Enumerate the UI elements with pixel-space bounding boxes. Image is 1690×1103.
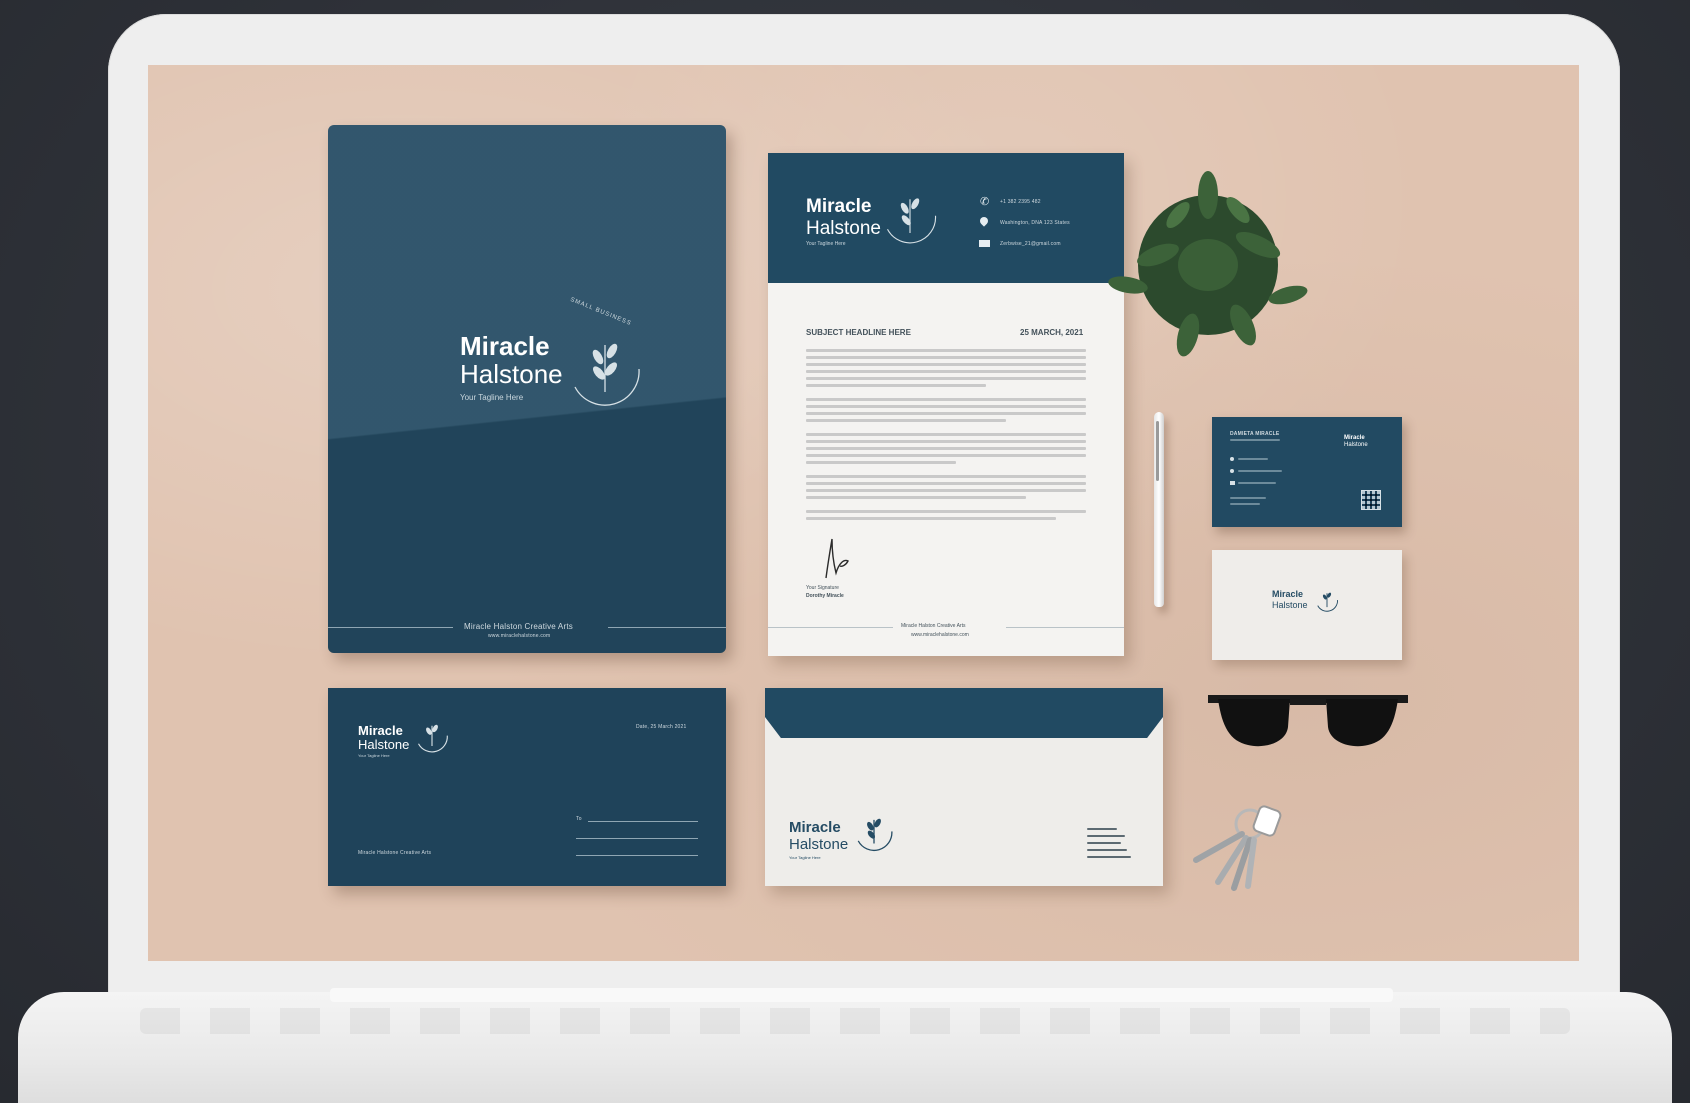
laptop-hinge — [330, 988, 1393, 1002]
laptop-screen: Miracle Halstone Your Tagline Here SMALL… — [148, 65, 1579, 961]
envelope-navy: Miracle Halstone Your Tagline Here Date,… — [328, 688, 726, 886]
letterhead-address: Washington, DNA 123 States — [1000, 220, 1070, 226]
envelope-navy-brand-word2: Halstone — [358, 737, 410, 752]
card-email-line — [1238, 482, 1276, 484]
folder-logo: Miracle Halstone Your Tagline Here SMALL… — [460, 297, 660, 443]
letterhead-footer-rule-right — [1006, 627, 1124, 628]
business-card-back: Miracle Halstone — [1212, 550, 1402, 660]
mockup-scene: Miracle Halstone Your Tagline Here SMALL… — [0, 0, 1690, 1103]
location-pin-icon — [978, 215, 990, 227]
card-address-line — [1238, 470, 1282, 472]
pen-clip — [1156, 421, 1159, 481]
phone-icon: ✆ — [980, 196, 990, 208]
address-line-3 — [576, 855, 698, 856]
handwritten-signature — [825, 538, 849, 579]
letterhead-footer-url: www.miraclehalstone.com — [911, 632, 969, 638]
letterhead-email: Zerbwise_21@gmail.com — [1000, 241, 1061, 247]
business-card-name: DAMIETA MIRACLE — [1230, 431, 1280, 437]
card-extra-line-2 — [1230, 503, 1260, 505]
envelope-navy-footer-name: Miracle Halstone Creative Arts — [358, 850, 432, 856]
card-extra-line-1 — [1230, 497, 1266, 499]
sunglasses — [1208, 695, 1408, 747]
business-card-brand-word2: Halstone — [1344, 442, 1368, 448]
envelope-white-brand-word1: Miracle — [789, 819, 841, 836]
card-phone-line — [1238, 458, 1268, 460]
letterhead: Miracle Halstone Your Tagline Here ✆ +1 … — [768, 153, 1124, 656]
letterhead-footer-name: Miracle Halston Creative Arts — [901, 623, 966, 629]
business-card-back-brand-word2: Halstone — [1272, 600, 1308, 610]
business-card-back-brand-word1: Miracle — [1272, 589, 1304, 599]
letterhead-footer-rule-left — [768, 627, 893, 628]
envelope-navy-brand-word1: Miracle — [358, 723, 403, 738]
folder-footer-url: www.miraclehalstone.com — [488, 633, 551, 639]
address-line-1 — [588, 821, 698, 822]
letterhead-tagline: Your Tagline Here — [806, 241, 846, 247]
address-line-2 — [576, 838, 698, 839]
letterhead-brand-word1: Miracle — [806, 196, 872, 217]
letterhead-leaf-icon — [887, 198, 937, 244]
envelope-navy-date: Date, 25 March 2021 — [636, 724, 687, 730]
envelope-navy-leaf-icon — [418, 724, 448, 753]
leaf-emblem-icon — [574, 343, 640, 406]
card-phone-icon — [1230, 457, 1234, 461]
signature-name: Dorothy Miracle — [806, 593, 844, 599]
card-email-icon — [1230, 481, 1235, 485]
business-card-title-line — [1230, 439, 1280, 441]
letterhead-date: 25 MARCH, 2021 — [1020, 328, 1084, 337]
folder-footer-name: Miracle Halston Creative Arts — [464, 622, 573, 631]
envelope-white-brand-word2: Halstone — [789, 836, 849, 853]
envelope-white-leaf-icon — [857, 818, 893, 851]
folder-footer-rule-left — [328, 627, 453, 628]
envelope-flap — [765, 688, 1163, 738]
keyring — [1193, 805, 1282, 891]
envelope-white: Miracle Halstone Your Tagline Here — [765, 688, 1163, 886]
qr-code-icon — [1361, 490, 1381, 510]
letterhead-subject: SUBJECT HEADLINE HERE — [806, 328, 911, 337]
envelope-white-tagline: Your Tagline Here — [789, 855, 821, 860]
folder-footer-rule-right — [608, 627, 726, 628]
card-location-icon — [1230, 469, 1234, 473]
potted-plant — [1108, 171, 1308, 357]
laptop-keyboard — [140, 1008, 1570, 1034]
email-icon — [979, 240, 990, 247]
business-card-front: DAMIETA MIRACLE Miracle Halstone — [1212, 417, 1402, 527]
letterhead-header: Miracle Halstone Your Tagline Here ✆ +1 … — [768, 153, 1124, 283]
envelope-navy-to-label: To — [576, 816, 582, 822]
business-card-leaf-icon — [1317, 592, 1338, 612]
letterhead-phone: +1 382 2395 482 — [1000, 199, 1041, 205]
signature-label: Your Signature — [806, 585, 839, 591]
presentation-folder: Miracle Halstone Your Tagline Here SMALL… — [328, 125, 726, 653]
envelope-navy-tagline: Your Tagline Here — [358, 753, 390, 758]
business-card-brand-word1: Miracle — [1344, 435, 1365, 441]
letterhead-brand-word2: Halstone — [806, 218, 881, 239]
